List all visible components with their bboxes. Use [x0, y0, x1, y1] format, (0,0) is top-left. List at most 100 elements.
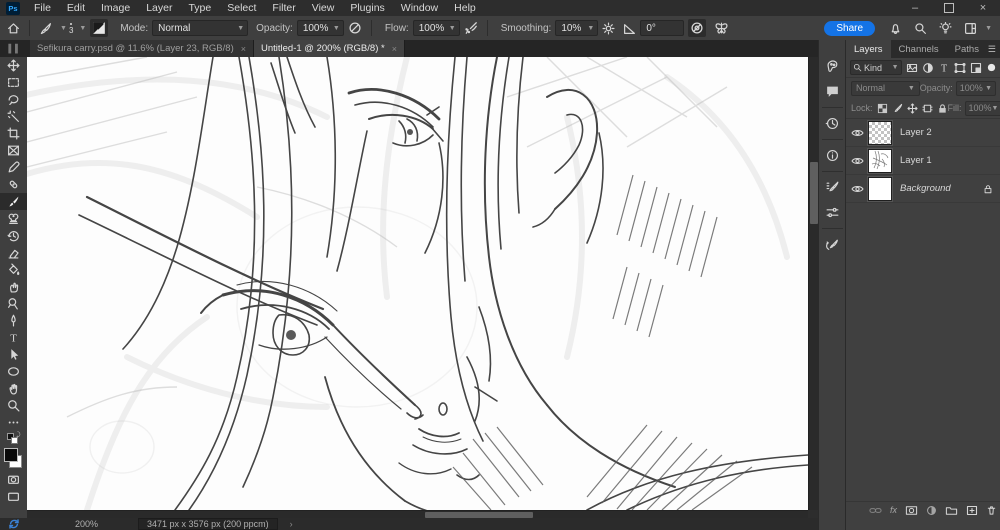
- close-tab-icon[interactable]: ×: [241, 44, 246, 54]
- layer-row-layer2[interactable]: Layer 2: [846, 119, 1000, 147]
- dodge-tool[interactable]: [0, 295, 27, 312]
- filter-pixel-layers-icon[interactable]: [906, 61, 918, 74]
- brush-size-chevron-icon[interactable]: ▼: [79, 25, 86, 32]
- close-button[interactable]: ×: [966, 0, 1000, 16]
- discover-lightbulb-icon[interactable]: [939, 21, 952, 35]
- object-selection-tool[interactable]: [0, 108, 27, 125]
- layer-opacity-input[interactable]: 100% ▼: [955, 80, 996, 96]
- layer-thumbnail[interactable]: [867, 119, 893, 146]
- brush-tool[interactable]: [0, 193, 27, 210]
- menu-plugins[interactable]: Plugins: [342, 2, 392, 14]
- tab-layers[interactable]: Layers: [846, 40, 891, 58]
- layer-thumbnail[interactable]: [867, 175, 893, 202]
- brush-panel-toggle-icon[interactable]: [90, 19, 109, 37]
- lock-transparency-icon[interactable]: [877, 103, 888, 114]
- screen-mode-button[interactable]: [0, 488, 27, 505]
- lasso-tool[interactable]: [0, 91, 27, 108]
- filter-toggle-icon[interactable]: [986, 61, 997, 74]
- workspace-chevron-icon[interactable]: ▼: [985, 25, 992, 32]
- comments-panel-icon[interactable]: [819, 79, 846, 104]
- visibility-eye-icon[interactable]: [846, 184, 868, 194]
- color-swatches-control[interactable]: [0, 445, 27, 471]
- link-layers-icon[interactable]: [869, 505, 882, 516]
- symmetry-butterfly-icon[interactable]: [714, 21, 729, 35]
- cloud-sync-icon[interactable]: [8, 518, 20, 530]
- history-brush-tool[interactable]: [0, 227, 27, 244]
- minimize-button[interactable]: –: [898, 0, 932, 16]
- move-tool[interactable]: [0, 57, 27, 74]
- layer-name[interactable]: Layer 2: [900, 127, 1000, 138]
- smudge-tool[interactable]: [0, 278, 27, 295]
- lock-position-icon[interactable]: [906, 102, 918, 114]
- history-panel-icon[interactable]: [819, 111, 846, 136]
- visibility-eye-icon[interactable]: [846, 156, 868, 166]
- layer-row-layer1[interactable]: Layer 1: [846, 147, 1000, 175]
- smoothing-input[interactable]: 10% ▼: [555, 20, 599, 36]
- edit-toolbar-ellipsis-icon[interactable]: [0, 414, 27, 431]
- marquee-tool[interactable]: [0, 74, 27, 91]
- lock-paint-icon[interactable]: [892, 103, 903, 114]
- status-chevron-icon[interactable]: ›: [290, 519, 293, 529]
- new-adjustment-layer-icon[interactable]: [926, 505, 937, 516]
- brushes-panel-icon[interactable]: [819, 200, 846, 225]
- pen-tool[interactable]: [0, 312, 27, 329]
- layer-blend-mode-select[interactable]: Normal ▼: [851, 80, 920, 96]
- menu-file[interactable]: File: [26, 2, 59, 14]
- tool-presets-panel-icon[interactable]: [819, 232, 846, 257]
- default-colors-control[interactable]: ⤸: [0, 431, 27, 445]
- close-tab-icon[interactable]: ×: [392, 44, 397, 54]
- smoothing-gear-icon[interactable]: [602, 21, 615, 35]
- menu-select[interactable]: Select: [219, 2, 264, 14]
- brush-size-preview[interactable]: 3: [69, 22, 73, 34]
- visibility-eye-icon[interactable]: [846, 128, 868, 138]
- menu-image[interactable]: Image: [93, 2, 138, 14]
- paint-bucket-tool[interactable]: [0, 261, 27, 278]
- foreground-color-swatch[interactable]: [4, 448, 18, 462]
- layer-thumbnail[interactable]: [867, 147, 893, 174]
- clone-stamp-tool[interactable]: [0, 210, 27, 227]
- swatches-panel-icon[interactable]: [819, 54, 846, 79]
- workspace-switcher-icon[interactable]: [964, 22, 977, 35]
- lock-artboard-icon[interactable]: [921, 103, 933, 114]
- layer-fill-input[interactable]: 100% ▼: [964, 100, 1000, 116]
- type-tool[interactable]: T: [0, 329, 27, 346]
- menu-layer[interactable]: Layer: [138, 2, 180, 14]
- eraser-tool[interactable]: [0, 244, 27, 261]
- vertical-scrollbar-thumb[interactable]: [810, 162, 818, 224]
- hand-tool[interactable]: [0, 380, 27, 397]
- menu-help[interactable]: Help: [446, 2, 484, 14]
- lock-all-icon[interactable]: [937, 103, 948, 114]
- filter-type-layers-icon[interactable]: T: [938, 61, 950, 74]
- layer-row-background[interactable]: Background: [846, 175, 1000, 203]
- canvas-viewport[interactable]: [27, 57, 808, 510]
- menu-edit[interactable]: Edit: [59, 2, 93, 14]
- document-tab-sefikura[interactable]: Sefikura carry.psd @ 11.6% (Layer 23, RG…: [30, 40, 254, 57]
- search-icon[interactable]: [914, 22, 927, 35]
- airbrush-icon[interactable]: [464, 21, 478, 35]
- path-selection-tool[interactable]: [0, 346, 27, 363]
- add-layer-mask-icon[interactable]: [905, 505, 918, 516]
- home-icon[interactable]: [7, 22, 20, 35]
- eyedropper-tool[interactable]: [0, 159, 27, 176]
- crop-tool[interactable]: [0, 125, 27, 142]
- pressure-size-icon[interactable]: [688, 19, 707, 37]
- quick-mask-button[interactable]: [0, 471, 27, 488]
- tab-channels[interactable]: Channels: [891, 40, 947, 58]
- maximize-button[interactable]: [932, 0, 966, 16]
- share-button[interactable]: Share: [824, 20, 876, 36]
- frame-tool[interactable]: [0, 142, 27, 159]
- layer-name[interactable]: Background: [900, 183, 983, 194]
- menu-view[interactable]: View: [304, 2, 343, 14]
- info-panel-icon[interactable]: [819, 143, 846, 168]
- panel-menu-icon[interactable]: ☰: [988, 44, 996, 55]
- filter-shape-layers-icon[interactable]: [954, 61, 966, 74]
- menu-window[interactable]: Window: [393, 2, 446, 14]
- layer-style-fx-icon[interactable]: fx: [890, 505, 897, 515]
- tab-paths[interactable]: Paths: [947, 40, 987, 58]
- document-tab-untitled[interactable]: Untitled-1 @ 200% (RGB/8) * ×: [254, 40, 405, 57]
- layer-name[interactable]: Layer 1: [900, 155, 1000, 166]
- notifications-bell-icon[interactable]: [889, 22, 902, 35]
- zoom-level-value[interactable]: 200%: [75, 519, 98, 529]
- blend-mode-select[interactable]: Normal ▼: [152, 20, 249, 36]
- brush-angle-input[interactable]: 0°: [640, 20, 685, 36]
